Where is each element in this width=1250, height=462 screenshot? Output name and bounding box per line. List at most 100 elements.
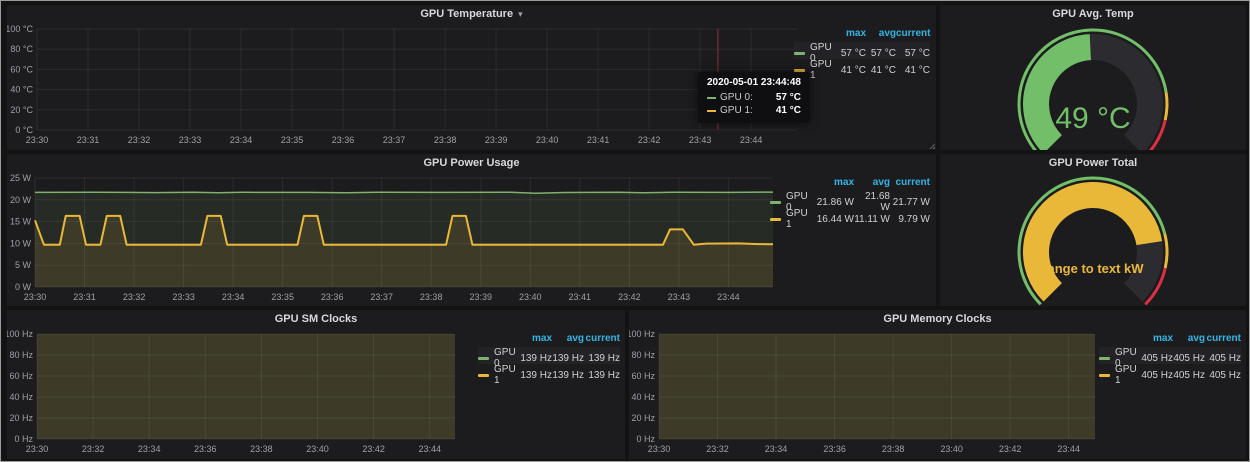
- svg-text:23:31: 23:31: [73, 292, 96, 302]
- svg-text:0 Hz: 0 Hz: [636, 434, 655, 444]
- tooltip-row: GPU 0: 57 °C: [707, 91, 801, 104]
- legend-row[interactable]: GPU 0405 Hz405 Hz405 Hz: [1099, 347, 1241, 364]
- svg-text:23:31: 23:31: [77, 135, 100, 145]
- svg-text:23:43: 23:43: [668, 292, 691, 302]
- svg-text:23:42: 23:42: [638, 135, 661, 145]
- svg-text:0 Hz: 0 Hz: [14, 434, 33, 444]
- gpu-avg-temp-gauge: 49 °C: [940, 23, 1246, 150]
- series-color-chip: [1099, 357, 1110, 360]
- svg-text:60 °C: 60 °C: [10, 64, 33, 74]
- series-color-chip: [707, 110, 716, 112]
- svg-text:23:42: 23:42: [362, 444, 385, 454]
- svg-text:23:42: 23:42: [999, 444, 1022, 454]
- svg-text:23:44: 23:44: [717, 292, 740, 302]
- legend-row[interactable]: GPU 116.44 W11.11 W9.79 W: [770, 208, 930, 225]
- panel-gpu-memory-clocks: GPU Memory Clocks 0 Hz20 Hz40 Hz60 Hz80 …: [629, 310, 1246, 459]
- svg-text:40 °C: 40 °C: [10, 85, 33, 95]
- svg-text:20 Hz: 20 Hz: [9, 413, 33, 423]
- svg-text:23:38: 23:38: [882, 444, 905, 454]
- svg-text:0 W: 0 W: [15, 282, 32, 292]
- svg-text:5 W: 5 W: [15, 260, 32, 270]
- svg-text:100 Hz: 100 Hz: [7, 329, 33, 339]
- gpu-temperature-legend: maxavgcurrentGPU 057 °C57 °C57 °CGPU 141…: [794, 25, 930, 76]
- grafana-dashboard: GPU Temperature ▾ 0 °C20 °C40 °C60 °C80 …: [0, 0, 1250, 462]
- legend-row[interactable]: GPU 021.86 W21.68 W21.77 W: [770, 191, 930, 208]
- svg-text:23:32: 23:32: [128, 135, 151, 145]
- panel-gpu-power-usage: GPU Power Usage 0 W5 W10 W15 W20 W25 W23…: [7, 154, 936, 306]
- panel-title-gpu-power-usage[interactable]: GPU Power Usage: [7, 154, 936, 172]
- svg-text:20 W: 20 W: [10, 195, 32, 205]
- svg-text:23:34: 23:34: [222, 292, 245, 302]
- panel-resize-handle[interactable]: [928, 142, 935, 149]
- panel-title-gpu-temperature[interactable]: GPU Temperature ▾: [7, 5, 936, 23]
- svg-text:23:44: 23:44: [419, 444, 442, 454]
- svg-text:range to text kW: range to text kW: [1042, 261, 1144, 276]
- panel-title-gpu-memory-clocks[interactable]: GPU Memory Clocks: [629, 310, 1246, 328]
- legend-row[interactable]: GPU 1405 Hz405 Hz405 Hz: [1099, 364, 1241, 381]
- panel-gpu-sm-clocks: GPU SM Clocks 0 Hz20 Hz40 Hz60 Hz80 Hz10…: [7, 310, 625, 459]
- svg-text:60 Hz: 60 Hz: [631, 371, 655, 381]
- svg-text:23:30: 23:30: [26, 135, 49, 145]
- gpu-power-total-gauge: range to text kW: [940, 172, 1246, 306]
- svg-text:23:43: 23:43: [689, 135, 712, 145]
- graph-tooltip: 2020-05-01 23:44:48 GPU 0: 57 °C GPU 1: …: [698, 72, 810, 123]
- svg-text:10 W: 10 W: [10, 238, 32, 248]
- series-color-chip: [770, 218, 781, 221]
- series-color-chip: [770, 201, 781, 204]
- svg-text:23:36: 23:36: [321, 292, 344, 302]
- svg-text:25 W: 25 W: [10, 173, 32, 183]
- svg-text:23:40: 23:40: [940, 444, 963, 454]
- gpu-sm-clocks-chart[interactable]: 0 Hz20 Hz40 Hz60 Hz80 Hz100 Hz23:3023:32…: [7, 328, 459, 456]
- panel-title-gpu-sm-clocks[interactable]: GPU SM Clocks: [7, 310, 625, 328]
- svg-text:23:32: 23:32: [706, 444, 729, 454]
- legend-row[interactable]: GPU 141 °C41 °C41 °C: [794, 59, 930, 76]
- svg-text:23:42: 23:42: [618, 292, 641, 302]
- gpu-memory-clocks-chart[interactable]: 0 Hz20 Hz40 Hz60 Hz80 Hz100 Hz23:3023:32…: [629, 328, 1099, 456]
- svg-text:23:30: 23:30: [648, 444, 671, 454]
- svg-text:23:41: 23:41: [569, 292, 592, 302]
- panel-gpu-temperature: GPU Temperature ▾ 0 °C20 °C40 °C60 °C80 …: [7, 5, 936, 150]
- legend-header: maxavgcurrent: [478, 330, 620, 347]
- panel-gpu-avg-temp: GPU Avg. Temp 49 °C: [940, 5, 1246, 150]
- svg-text:23:44: 23:44: [740, 135, 763, 145]
- legend-header: maxavgcurrent: [794, 25, 930, 42]
- svg-text:23:33: 23:33: [172, 292, 195, 302]
- svg-text:23:39: 23:39: [470, 292, 493, 302]
- legend-row[interactable]: GPU 057 °C57 °C57 °C: [794, 42, 930, 59]
- gpu-temperature-chart[interactable]: 0 °C20 °C40 °C60 °C80 °C100 °C23:3023:31…: [7, 23, 801, 147]
- svg-text:49 °C: 49 °C: [1055, 102, 1130, 135]
- svg-text:23:32: 23:32: [82, 444, 105, 454]
- series-color-chip: [478, 357, 489, 360]
- chevron-down-icon: ▾: [518, 10, 523, 19]
- svg-text:23:36: 23:36: [332, 135, 355, 145]
- svg-text:23:30: 23:30: [24, 292, 47, 302]
- svg-text:23:40: 23:40: [306, 444, 329, 454]
- legend-row[interactable]: GPU 0139 Hz139 Hz139 Hz: [478, 347, 620, 364]
- series-color-chip: [794, 52, 805, 55]
- svg-text:0 °C: 0 °C: [15, 125, 33, 135]
- tooltip-row: GPU 1: 41 °C: [707, 104, 801, 117]
- panel-title-gpu-avg-temp[interactable]: GPU Avg. Temp: [940, 5, 1246, 23]
- svg-text:23:38: 23:38: [250, 444, 273, 454]
- series-color-chip: [1099, 374, 1110, 377]
- svg-text:100 °C: 100 °C: [7, 24, 33, 34]
- svg-text:80 Hz: 80 Hz: [631, 350, 655, 360]
- legend-row[interactable]: GPU 1139 Hz139 Hz139 Hz: [478, 364, 620, 381]
- gpu-memory-clocks-legend: maxavgcurrentGPU 0405 Hz405 Hz405 HzGPU …: [1099, 330, 1241, 381]
- svg-text:100 Hz: 100 Hz: [629, 329, 655, 339]
- svg-text:23:34: 23:34: [230, 135, 253, 145]
- svg-text:23:40: 23:40: [536, 135, 559, 145]
- svg-text:23:36: 23:36: [194, 444, 217, 454]
- svg-text:23:37: 23:37: [383, 135, 406, 145]
- gpu-sm-clocks-legend: maxavgcurrentGPU 0139 Hz139 Hz139 HzGPU …: [478, 330, 620, 381]
- svg-text:40 Hz: 40 Hz: [9, 392, 33, 402]
- svg-text:23:37: 23:37: [370, 292, 393, 302]
- legend-header: maxavgcurrent: [1099, 330, 1241, 347]
- panel-title-gpu-power-total[interactable]: GPU Power Total: [940, 154, 1246, 172]
- series-color-chip: [478, 374, 489, 377]
- svg-text:23:44: 23:44: [1057, 444, 1080, 454]
- gpu-power-usage-chart[interactable]: 0 W5 W10 W15 W20 W25 W23:3023:3123:3223:…: [7, 172, 777, 304]
- svg-text:23:41: 23:41: [587, 135, 610, 145]
- svg-text:20 Hz: 20 Hz: [631, 413, 655, 423]
- tooltip-timestamp: 2020-05-01 23:44:48: [707, 77, 801, 88]
